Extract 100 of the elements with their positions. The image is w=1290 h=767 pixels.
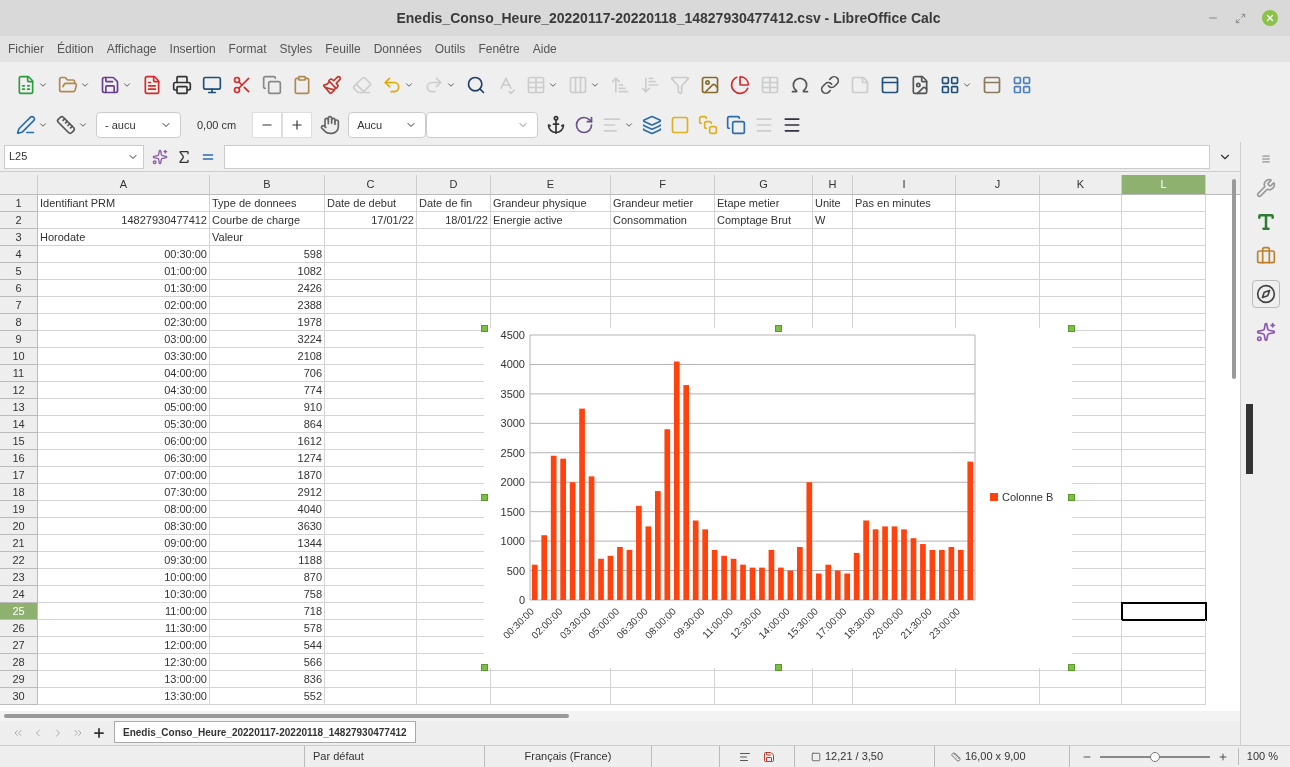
row-header[interactable]: 3	[0, 229, 38, 246]
save-icon[interactable]	[100, 75, 120, 95]
column-header[interactable]: G	[715, 175, 813, 194]
row-header[interactable]: 14	[0, 416, 38, 433]
caret-icon[interactable]	[624, 120, 635, 130]
header-icon[interactable]	[880, 75, 900, 95]
caret-icon[interactable]	[962, 80, 972, 90]
name-box[interactable]: L25	[4, 144, 144, 169]
menu-item[interactable]: Insertion	[169, 40, 216, 58]
row-header[interactable]: 17	[0, 467, 38, 484]
menu-item[interactable]: Fichier	[8, 40, 44, 58]
line-style-select[interactable]: - aucu	[96, 112, 181, 138]
styles-icon[interactable]	[1255, 212, 1276, 232]
row-header[interactable]: 23	[0, 569, 38, 586]
caret-icon[interactable]	[404, 80, 414, 90]
resize-handle[interactable]	[481, 664, 488, 671]
row-header[interactable]: 30	[0, 688, 38, 705]
menu-item[interactable]: Styles	[279, 40, 313, 58]
menu-item[interactable]: Outils	[434, 40, 466, 58]
resize-handle[interactable]	[775, 325, 782, 332]
forward-icon[interactable]	[670, 115, 691, 135]
omega-icon[interactable]	[790, 75, 810, 95]
horizontal-scrollbar[interactable]	[4, 714, 569, 718]
column-header[interactable]: I	[853, 175, 956, 194]
zoom-slider-thumb[interactable]	[1150, 751, 1160, 762]
language[interactable]: Français (France)	[485, 746, 652, 767]
row-header[interactable]: 26	[0, 620, 38, 637]
resize-handle[interactable]	[1068, 325, 1075, 332]
rotate-icon[interactable]	[574, 115, 595, 135]
caret-icon[interactable]	[122, 80, 132, 90]
printer-icon[interactable]	[172, 75, 192, 95]
bring-front-icon[interactable]	[642, 115, 663, 135]
row-header[interactable]: 24	[0, 586, 38, 603]
line-style-icon[interactable]	[56, 115, 76, 135]
menu-item[interactable]: Feuille	[325, 40, 361, 58]
caret-icon[interactable]	[78, 120, 88, 130]
row-header[interactable]: 9	[0, 331, 38, 348]
search-icon[interactable]	[466, 75, 486, 95]
column-header[interactable]: B	[210, 175, 325, 194]
resize-handle[interactable]	[481, 325, 488, 332]
row-header[interactable]: 13	[0, 399, 38, 416]
menu-item[interactable]: Données	[373, 40, 422, 58]
clipboard-icon[interactable]	[292, 75, 312, 95]
undo-icon[interactable]	[382, 75, 402, 95]
gallery-icon[interactable]	[1255, 246, 1276, 266]
row-header[interactable]: 10	[0, 348, 38, 365]
resize-handle[interactable]	[481, 494, 488, 501]
sum-icon[interactable]	[176, 148, 192, 165]
column-header[interactable]: H	[813, 175, 853, 194]
close-button[interactable]	[1262, 10, 1278, 26]
anchor-icon[interactable]	[546, 115, 567, 135]
copy-icon[interactable]	[262, 75, 282, 95]
row-header[interactable]: 4	[0, 246, 38, 263]
resize-handle[interactable]	[1068, 494, 1075, 501]
functions-icon[interactable]	[1255, 322, 1276, 342]
row-header[interactable]: 8	[0, 314, 38, 331]
column-header[interactable]: C	[325, 175, 417, 194]
row-header[interactable]: 16	[0, 450, 38, 467]
resize-handle[interactable]	[1068, 664, 1075, 671]
row-header[interactable]: 7	[0, 297, 38, 314]
menu-item[interactable]: Édition	[57, 40, 94, 58]
maximize-icon[interactable]	[1235, 12, 1246, 24]
link-icon[interactable]	[820, 75, 840, 95]
area-style-select[interactable]: Aucu	[348, 112, 427, 138]
function-wizard-icon[interactable]	[152, 148, 168, 165]
row-header[interactable]: 22	[0, 552, 38, 569]
formula-input[interactable]	[224, 144, 1210, 169]
spreadsheet-icon[interactable]	[16, 75, 36, 95]
caret-icon[interactable]	[446, 80, 456, 90]
split-window-icon[interactable]	[982, 75, 1002, 95]
row-header[interactable]: 21	[0, 535, 38, 552]
pdf-icon[interactable]	[142, 75, 162, 95]
row-header[interactable]: 11	[0, 365, 38, 382]
zoom-in-icon[interactable]	[1218, 751, 1228, 762]
navigator-button[interactable]	[1251, 280, 1280, 308]
sidebar-menu-icon[interactable]	[1260, 154, 1271, 164]
row-header[interactable]: 5	[0, 263, 38, 280]
vertical-scrollbar[interactable]	[1232, 179, 1236, 379]
caret-icon[interactable]	[548, 80, 558, 90]
pie-chart-icon[interactable]	[730, 75, 750, 95]
wrench-icon[interactable]	[1255, 178, 1276, 198]
add-sheet-icon[interactable]	[92, 726, 106, 740]
column-header[interactable]: A	[38, 175, 210, 194]
menu-item[interactable]: Affichage	[106, 40, 157, 58]
row-header[interactable]: 18	[0, 484, 38, 501]
caret-icon[interactable]	[38, 80, 48, 90]
column-header[interactable]: E	[491, 175, 611, 194]
row-header[interactable]: 20	[0, 518, 38, 535]
grid-icon[interactable]	[1012, 75, 1032, 95]
paintbrush-icon[interactable]	[322, 75, 342, 95]
column-header[interactable]: D	[417, 175, 491, 194]
row-header[interactable]: 2	[0, 212, 38, 229]
zoom-level[interactable]: 100 %	[1237, 748, 1290, 765]
row-header[interactable]: 6	[0, 280, 38, 297]
selection-mode-icon[interactable]	[739, 750, 751, 763]
row-header[interactable]: 29	[0, 671, 38, 688]
line-color-icon[interactable]	[16, 115, 36, 135]
caret-icon[interactable]	[38, 120, 48, 130]
line-width-field[interactable]: 0,00 cm	[189, 116, 245, 134]
caret-icon[interactable]	[590, 80, 600, 90]
